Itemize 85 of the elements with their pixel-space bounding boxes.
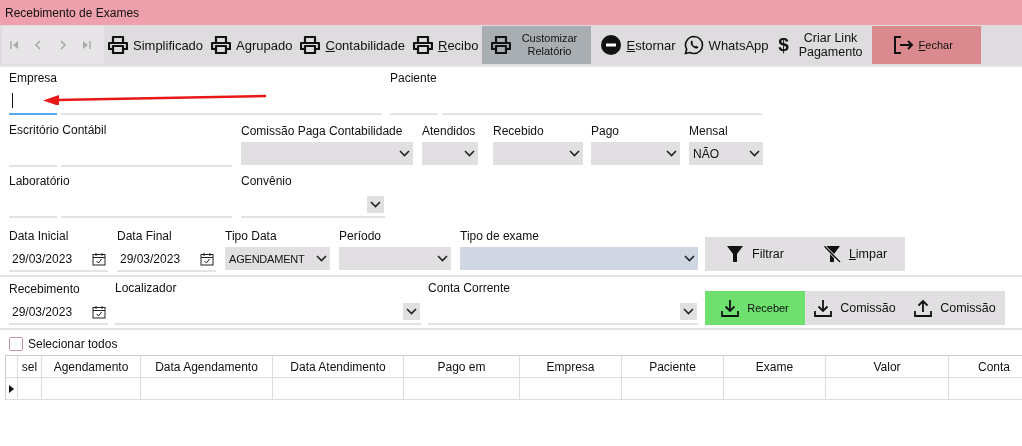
field-label: Convênio xyxy=(241,174,293,190)
toolbar-button[interactable]: Customizar Relatório xyxy=(482,26,592,64)
column-header[interactable]: Agendamento xyxy=(53,359,129,374)
dollar-icon: $ xyxy=(776,34,791,56)
toolbar-button[interactable]: Recibo xyxy=(409,26,483,64)
skip-first-icon xyxy=(9,40,19,50)
field-label: Mensal xyxy=(689,124,729,140)
skip-last-icon xyxy=(81,40,91,50)
download-icon xyxy=(721,299,740,317)
printer-icon xyxy=(413,36,433,54)
printer-icon xyxy=(491,36,512,54)
dropdown[interactable] xyxy=(339,247,451,270)
chevron-icon xyxy=(399,150,410,157)
chevron-icon xyxy=(316,255,327,262)
minus-circle-icon xyxy=(601,35,622,55)
chevron-icon xyxy=(683,307,694,315)
toolbar-button[interactable]: Contabilidade xyxy=(296,26,409,64)
chevron-icon xyxy=(684,255,695,262)
field-label: Período xyxy=(339,229,383,245)
dropdown[interactable] xyxy=(591,142,680,165)
checkbox-label: Selecionar todos xyxy=(28,337,118,351)
chat-phone-icon xyxy=(683,35,704,55)
column-header[interactable]: Paciente xyxy=(649,359,696,374)
printer-icon xyxy=(300,36,321,54)
chevron-icon xyxy=(437,255,448,262)
field-label: Data Inicial xyxy=(9,229,70,245)
dropdown[interactable] xyxy=(493,142,583,165)
dropdown[interactable]: NÃO xyxy=(689,142,763,165)
toolbar-button[interactable]: Agrupado xyxy=(207,26,297,64)
column-header[interactable]: sel xyxy=(21,359,38,374)
column-header[interactable]: Data Atendimento xyxy=(290,359,386,374)
field-label: Atendidos xyxy=(422,124,477,140)
action-button[interactable]: Receber xyxy=(705,291,805,325)
download-icon xyxy=(814,299,833,317)
calendar-icon xyxy=(92,251,106,266)
field-label: Pago xyxy=(591,124,621,140)
field-label: Recebimento xyxy=(9,282,81,298)
date-field[interactable]: 29/03/2023 xyxy=(9,300,108,325)
field-label: Comissão Paga Contabilidade xyxy=(241,124,404,140)
window-title: Recebimento de Exames xyxy=(5,5,140,20)
toolbar-button[interactable]: Fechar xyxy=(871,26,981,64)
field-label: Empresa xyxy=(9,71,59,87)
column-header[interactable]: Empresa xyxy=(546,359,595,374)
field-label: Data Final xyxy=(117,229,173,245)
chevron-left-icon xyxy=(33,40,43,50)
chevron-icon xyxy=(569,150,580,157)
toolbar-button[interactable]: Estornar xyxy=(597,26,680,64)
field-label: Escritório Contábil xyxy=(9,123,108,139)
chevron-icon xyxy=(666,150,677,157)
column-header[interactable]: Conta xyxy=(978,359,1010,374)
exit-icon xyxy=(893,36,914,54)
column-header[interactable]: Valor xyxy=(873,359,901,374)
field-label: Tipo de exame xyxy=(460,229,540,245)
field-label: Paciente xyxy=(390,71,438,87)
action-button[interactable]: Comissão xyxy=(805,291,905,325)
checkbox[interactable] xyxy=(9,337,23,351)
chevron-icon xyxy=(464,150,475,157)
column-header[interactable]: Exame xyxy=(755,359,794,374)
upload-icon xyxy=(914,299,933,317)
clear-filter-icon xyxy=(822,245,841,263)
calendar-icon xyxy=(200,251,214,266)
field-label: Localizador xyxy=(115,281,178,297)
printer-icon xyxy=(108,36,128,54)
dropdown[interactable]: AGENDAMENT xyxy=(225,247,330,270)
toolbar-button[interactable]: WhatsApp xyxy=(679,26,773,64)
column-header[interactable]: Data Agendamento xyxy=(155,359,258,374)
chevron-icon xyxy=(370,200,381,208)
printer-icon xyxy=(211,36,232,54)
calendar-icon xyxy=(92,304,106,319)
chevron-icon xyxy=(406,307,417,315)
dropdown[interactable] xyxy=(241,142,413,165)
filter-icon xyxy=(726,245,744,263)
chevron-right-icon xyxy=(57,40,67,50)
column-header[interactable]: Pago em xyxy=(437,359,486,374)
date-field[interactable]: 29/03/2023 xyxy=(9,247,108,272)
action-button[interactable]: Comissão xyxy=(905,291,1005,325)
field-label: Recebido xyxy=(493,124,545,140)
toolbar-button[interactable]: Simplificado xyxy=(104,26,208,64)
dropdown[interactable] xyxy=(460,247,698,270)
date-field[interactable]: 29/03/2023 xyxy=(117,247,216,272)
dropdown[interactable] xyxy=(422,142,478,165)
chevron-icon xyxy=(749,150,760,157)
field-label: Laboratório xyxy=(9,174,71,190)
field-label: Tipo Data xyxy=(225,229,278,245)
field-label: Conta Corrente xyxy=(428,281,512,297)
